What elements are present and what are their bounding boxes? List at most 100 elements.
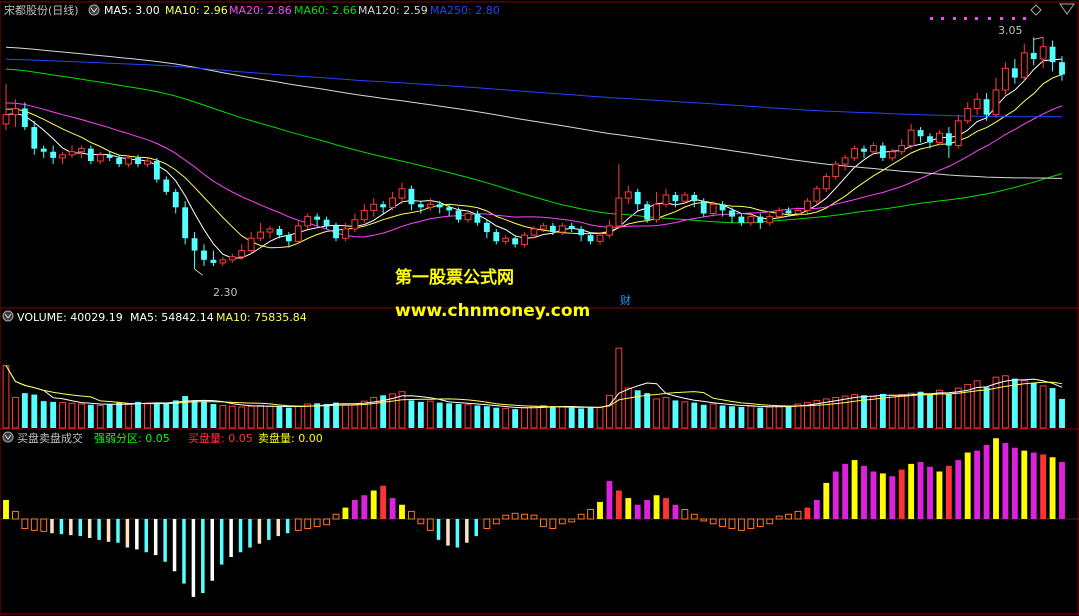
indicator-bar [389,498,396,519]
indicator-bar [1021,450,1028,519]
indicator-bar [927,466,933,519]
indicator-bar [474,519,479,537]
candle-body [304,216,312,227]
indicator-bar [40,518,48,532]
indicator-bar [125,519,130,548]
chevron-down-icon[interactable] [2,431,14,443]
chevron-down-icon[interactable] [88,4,100,16]
signal-dot [988,17,991,20]
candle-body [1039,46,1047,60]
expand-icon[interactable] [1059,3,1075,15]
ma120-line [5,46,1063,179]
candle-body [861,148,867,152]
candle-body [558,225,566,233]
indicator-bar [50,519,54,534]
candle-body [879,145,886,158]
volume-bar [333,402,339,428]
indicator-bar [530,514,538,520]
indicator-bar [313,518,321,528]
volume-bar [342,404,349,429]
volume-bar [323,404,330,428]
candle-body [512,238,519,245]
indicator-bar [446,519,450,546]
sell-volume-label: 卖盘量: 0.00 [258,431,323,445]
event-marker[interactable]: 财 [620,293,631,307]
volume-bar [549,406,556,428]
indicator-bar [756,518,764,528]
candle-body [540,225,547,230]
volume-bar [822,398,830,429]
indicator-bar [832,471,839,519]
volume-bar [615,347,623,429]
volume-bar [417,401,424,428]
volume-bar [927,394,933,428]
volume-bar [163,403,170,428]
indicator-bar [945,465,952,519]
volume-bar [596,407,604,429]
stock-title[interactable]: 宋都股份(日线) [4,3,79,17]
volume-bar [888,394,896,429]
volume-bars [2,347,1065,429]
indicator-bar [483,518,491,529]
candle-body [785,210,792,214]
candle-body [521,234,528,245]
indicator-bar [135,519,139,550]
volume-bar [294,405,302,429]
chevron-down-icon[interactable] [2,310,14,322]
indicator-bar [597,501,603,519]
indicator-bar [644,500,651,519]
candle-body [549,225,556,233]
volume-bar [785,405,792,428]
indicator-bar [502,514,510,520]
volume-bar [360,400,368,429]
indicator-bar [908,463,915,519]
candle-body [596,234,604,242]
candle-body [12,107,19,116]
candle-body [747,216,755,224]
indicator-bar [1002,443,1009,519]
diamond-icon[interactable] [1030,4,1042,16]
indicator-bar [681,509,689,520]
candle-body [266,228,274,233]
candle-body [436,204,443,208]
volume-bar [700,404,707,428]
indicator-bar [974,450,981,519]
signal-dot [1023,17,1026,20]
indicator-bar [690,513,698,520]
volume-ma5-label: MA5: 54842.14 [130,311,214,324]
volume-bar [398,391,406,429]
candle-body [841,157,849,165]
indicator-bar [182,519,186,584]
volume-bar [68,402,76,429]
indicator-bar [813,500,820,519]
volume-bar [87,404,94,428]
volume-bar [351,403,359,429]
signal-dot [941,17,944,20]
volume-bar [719,405,726,428]
candle-body [870,145,877,153]
candle-body [709,203,717,215]
candle-body [191,238,198,251]
candle-body [314,216,321,220]
volume-bar [247,405,255,429]
candle-body [530,228,538,236]
signal-dot [975,17,978,20]
volume-bar [606,394,613,429]
indicator-bar [426,518,434,531]
volume-bar [983,387,990,428]
volume-bar [624,387,632,429]
high-marker-line [1033,36,1044,40]
volume-bar [144,402,151,429]
candle-body [68,151,76,156]
volume-bar [191,400,198,428]
indicator-bar [97,519,101,540]
volume-bar [201,401,207,428]
volume-bar [709,403,717,429]
candle-body [568,225,575,229]
volume-bar [59,402,66,429]
candle-body [380,204,387,208]
indicator-bar [380,485,387,519]
volume-bar [257,404,264,429]
volume-bar [1059,398,1065,428]
indicator-bar [116,519,120,543]
